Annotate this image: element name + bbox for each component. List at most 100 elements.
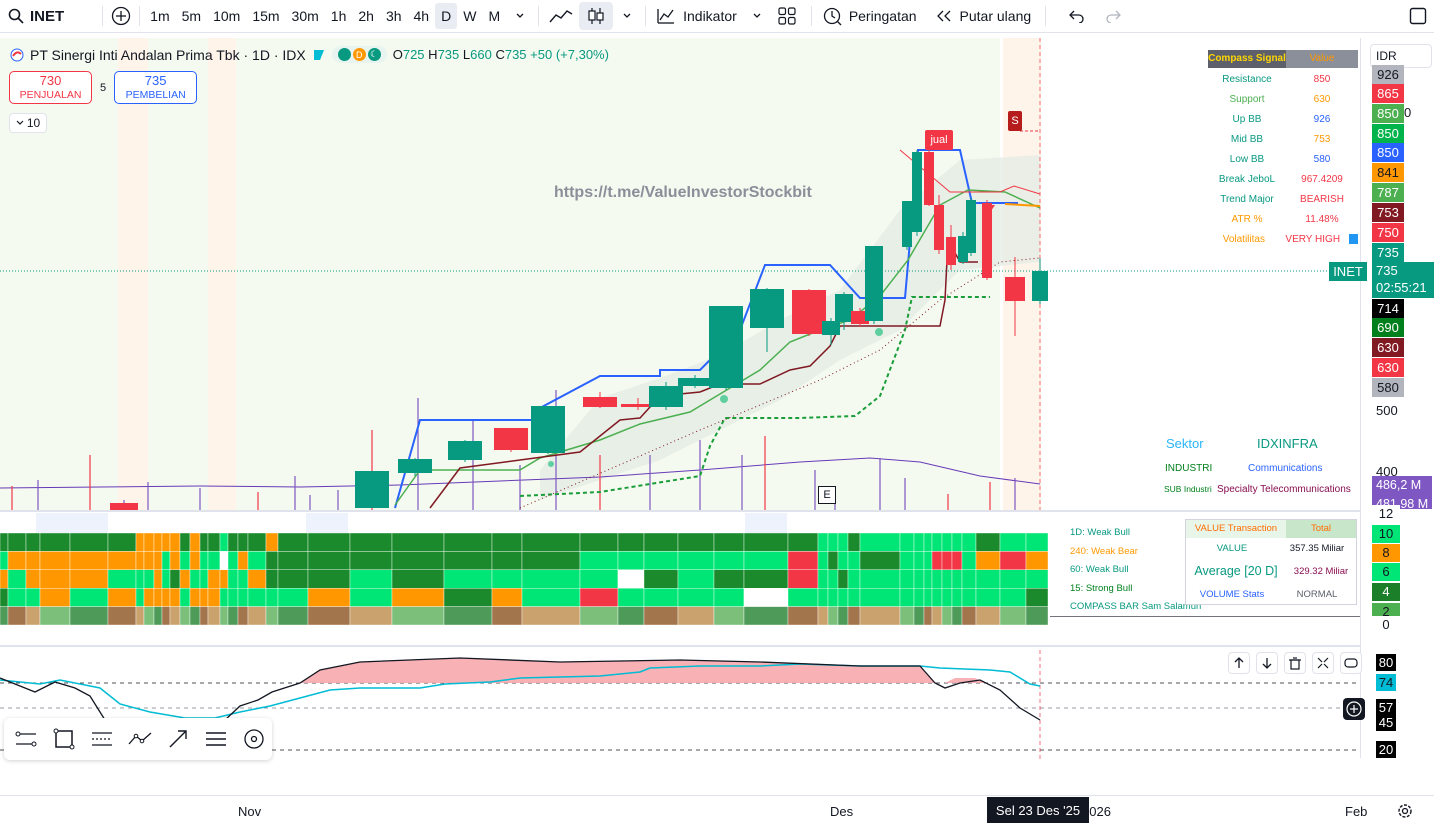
maximize-icon (1344, 658, 1358, 668)
chart-type-dropdown-button[interactable] (613, 2, 641, 30)
status-pill[interactable]: D ☾ (331, 46, 387, 63)
delete-pane-button[interactable] (1284, 652, 1306, 674)
time-axis[interactable]: Nov Des 2026 Feb (0, 795, 1434, 825)
sell-button[interactable]: 730 PENJUALAN (9, 71, 92, 104)
horizontal-ray-tool[interactable] (12, 725, 40, 753)
interval-3h[interactable]: 3h (380, 8, 408, 24)
arrow-up-icon (1234, 657, 1244, 668)
settings-button[interactable] (1396, 802, 1414, 820)
price-label: 735 (1372, 243, 1404, 262)
interval-15m[interactable]: 15m (246, 8, 285, 24)
heatmap-cell (743, 533, 789, 552)
compass-row-value: 11.48% (1305, 213, 1339, 225)
current-symbol-tag: INET (1329, 262, 1367, 281)
heatmap-cell (179, 588, 191, 607)
interval-2h[interactable]: 2h (352, 8, 380, 24)
alerts-button[interactable]: Peringatan (816, 0, 923, 33)
line-chart-type-button[interactable] (543, 2, 579, 30)
heatmap-cell (677, 533, 715, 552)
collapse-pane-button[interactable] (1312, 652, 1334, 674)
redo-button[interactable] (1100, 2, 1128, 30)
price-chart[interactable] (0, 38, 1360, 510)
move-down-button[interactable] (1256, 652, 1278, 674)
heatmap-cell (787, 551, 819, 570)
heatmap-cell (307, 588, 351, 607)
candle-body (792, 290, 826, 334)
compare-symbol-button[interactable] (107, 2, 135, 30)
heatmap-cell (247, 588, 267, 607)
heatmap-cell (643, 533, 679, 552)
candle-body (750, 289, 784, 328)
interval-1h[interactable]: 1h (325, 8, 353, 24)
indicators-button[interactable]: Indikator (650, 0, 743, 33)
path-tool[interactable] (126, 725, 154, 753)
heatmap-cell (787, 588, 819, 607)
time-label: Nov (238, 804, 262, 819)
signal-dot (720, 395, 728, 403)
add-level-button[interactable] (1343, 698, 1365, 720)
pane-separator[interactable] (0, 510, 1360, 512)
chart-legend: PT Sinergi Inti Andalan Prima Tbk · 1D ·… (10, 46, 609, 63)
heatmap-cell (277, 606, 309, 625)
divider (102, 6, 104, 26)
heatmap-cell (349, 606, 393, 625)
interval-4h[interactable]: 4h (408, 8, 436, 24)
price-label: 630 (1372, 358, 1404, 377)
moon-icon: ☾ (367, 48, 381, 61)
interval-5m[interactable]: 5m (176, 8, 207, 24)
undo-button[interactable] (1062, 2, 1090, 30)
heatmap-cell (189, 569, 201, 589)
compass-row-value: 753 (1313, 133, 1331, 145)
interval-w[interactable]: W (457, 8, 482, 24)
heatmap-cell (643, 551, 679, 570)
compass-bar-heatmap[interactable] (0, 533, 1050, 625)
rectangle-tool[interactable] (50, 725, 78, 753)
candle-body (902, 201, 912, 247)
heatmap-cell (107, 606, 137, 625)
interval-m[interactable]: M (482, 8, 506, 24)
candle-body (398, 459, 432, 473)
info-icon[interactable] (1348, 234, 1358, 244)
chevron-down-icon (516, 13, 524, 18)
symbol-search[interactable]: INET (0, 0, 70, 33)
heatmap-cell (491, 533, 523, 552)
heatmap-cell (975, 606, 1001, 625)
heatmap-cell (923, 533, 933, 552)
parallel-channel-tool[interactable] (88, 725, 116, 753)
arrow-tool[interactable] (164, 725, 192, 753)
heatmap-cell (643, 588, 679, 607)
pane-separator[interactable] (0, 645, 1360, 647)
interval-dropdown-button[interactable] (506, 2, 534, 30)
replay-button[interactable]: Putar ulang (929, 0, 1038, 33)
exchange-logo-icon (10, 48, 24, 61)
heatmap-cell (69, 533, 109, 552)
target-tool[interactable] (240, 725, 268, 753)
heatmap-cell (859, 551, 901, 570)
interval-1m[interactable]: 1m (144, 8, 175, 24)
interval-30m[interactable]: 30m (286, 8, 325, 24)
event-marker-e[interactable]: E (818, 486, 836, 504)
heatmap-cell (999, 606, 1027, 625)
heatmap-cell (135, 533, 145, 552)
plus-circle-icon (112, 6, 131, 26)
maximize-pane-button[interactable] (1340, 652, 1362, 674)
quantity-selector[interactable]: 10 (9, 113, 47, 133)
candle-chart-type-button[interactable] (579, 2, 614, 30)
layouts-button[interactable] (773, 2, 801, 30)
heatmap-cell (219, 569, 229, 589)
move-up-button[interactable] (1228, 652, 1250, 674)
compass-row: Mid BB 753 (1208, 129, 1358, 149)
heatmap-cell (579, 533, 619, 552)
buy-label: PEMBELIAN (125, 89, 186, 101)
heatmap-cell (521, 588, 581, 607)
interval-10m[interactable]: 10m (207, 8, 246, 24)
interval-d[interactable]: D (435, 3, 458, 29)
menu-tool[interactable] (202, 725, 230, 753)
collapse-icon (1317, 657, 1329, 669)
buy-button[interactable]: 735 PEMBELIAN (114, 71, 198, 104)
bar-countdown: 02:55:21 (1376, 280, 1427, 295)
indicators-dropdown-button[interactable] (743, 2, 771, 30)
fullscreen-button[interactable] (1404, 2, 1432, 30)
sector-label: Sektor (1166, 436, 1204, 451)
chart-title[interactable]: PT Sinergi Inti Andalan Prima Tbk · 1D ·… (30, 47, 306, 63)
